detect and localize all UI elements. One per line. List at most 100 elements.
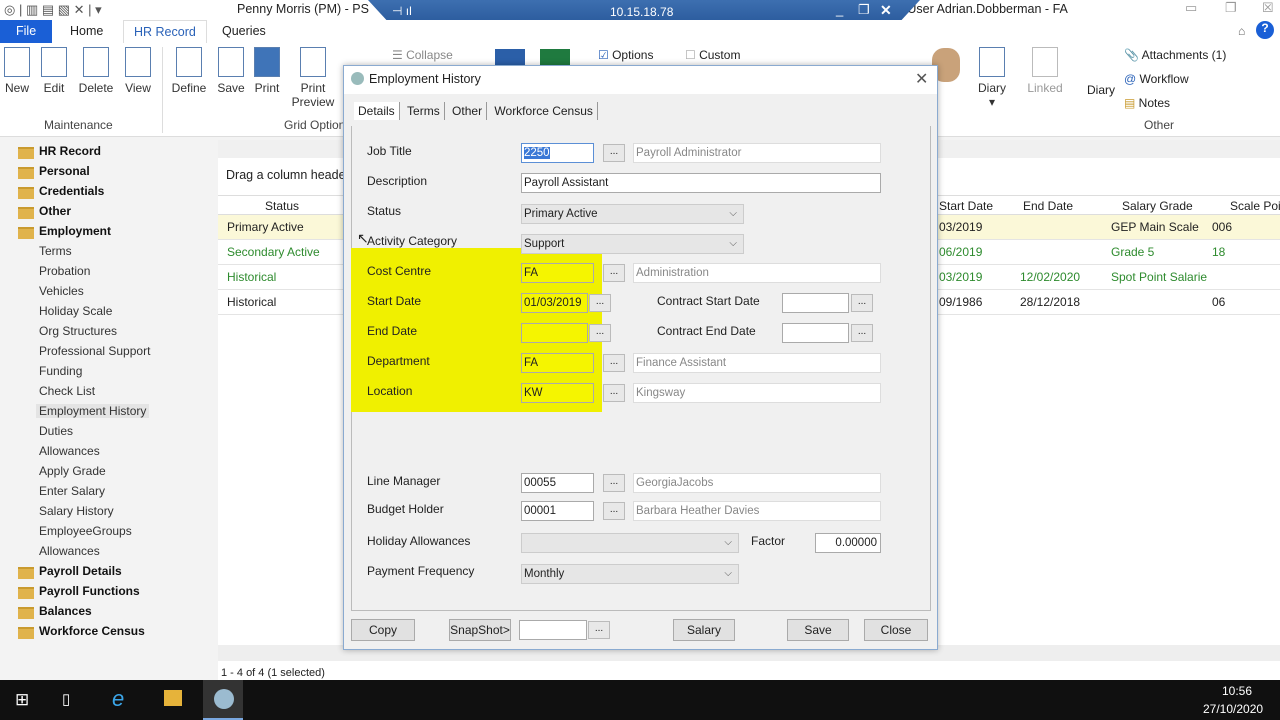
factor-input[interactable]: 0.00000 bbox=[815, 533, 881, 553]
new-button[interactable]: New bbox=[0, 45, 37, 95]
department-input[interactable]: FA bbox=[521, 353, 594, 373]
copy-button[interactable]: Copy bbox=[351, 619, 415, 641]
start-date-input[interactable]: 01/03/2019 bbox=[521, 293, 588, 313]
internet-explorer-icon[interactable]: e bbox=[112, 686, 124, 712]
tab-file[interactable]: File bbox=[0, 20, 53, 43]
view-button[interactable]: View bbox=[118, 45, 158, 95]
col-header-start-date[interactable]: Start Date bbox=[939, 199, 993, 213]
file-explorer-icon[interactable] bbox=[164, 690, 182, 706]
department-lookup-button[interactable]: ... bbox=[603, 354, 625, 372]
sidebar-item[interactable]: Terms bbox=[39, 244, 72, 258]
tab-queries[interactable]: Queries bbox=[212, 20, 276, 43]
save-button[interactable]: Save bbox=[787, 619, 849, 641]
sidebar-item[interactable]: Employment bbox=[39, 224, 111, 238]
print-button[interactable]: Print bbox=[247, 45, 287, 95]
sidebar-item[interactable]: Salary History bbox=[39, 504, 114, 518]
sidebar-item[interactable]: Probation bbox=[39, 264, 90, 278]
cost-centre-lookup-button[interactable]: ... bbox=[603, 264, 625, 282]
sidebar-item[interactable]: Personal bbox=[39, 164, 90, 178]
location-input[interactable]: KW bbox=[521, 383, 594, 403]
print-preview-button[interactable]: Print Preview bbox=[288, 45, 338, 109]
line-manager-lookup-button[interactable]: ... bbox=[603, 474, 625, 492]
remote-restore-button[interactable]: ❐ bbox=[858, 2, 870, 18]
sidebar-item[interactable]: Credentials bbox=[39, 184, 104, 198]
windows-start-icon[interactable]: ⊞ bbox=[15, 690, 29, 710]
sidebar-item[interactable]: Apply Grade bbox=[39, 464, 106, 478]
tab-home[interactable]: Home bbox=[60, 20, 113, 43]
tab-other[interactable]: Other bbox=[448, 102, 488, 120]
col-header-end-date[interactable]: End Date bbox=[1023, 199, 1073, 213]
sidebar-item[interactable]: Allowances bbox=[39, 444, 100, 458]
tab-workforce-census[interactable]: Workforce Census bbox=[490, 102, 598, 120]
snapshot-lookup-button[interactable]: ... bbox=[588, 621, 610, 639]
sidebar-item[interactable]: Holiday Scale bbox=[39, 304, 112, 318]
end-date-input[interactable] bbox=[521, 323, 588, 343]
tab-terms[interactable]: Terms bbox=[403, 102, 445, 120]
define-button[interactable]: Define bbox=[169, 45, 209, 95]
sidebar-item[interactable]: HR Record bbox=[39, 144, 101, 158]
dialog-close-icon[interactable]: ✕ bbox=[915, 69, 928, 89]
diary-dropdown-button[interactable]: Diary ▾ bbox=[972, 45, 1012, 109]
job-title-lookup-button[interactable]: ... bbox=[603, 144, 625, 162]
sidebar-item[interactable]: Funding bbox=[39, 364, 82, 378]
budget-holder-lookup-button[interactable]: ... bbox=[603, 502, 625, 520]
sidebar-item[interactable]: Other bbox=[39, 204, 71, 218]
delete-button[interactable]: Delete bbox=[76, 45, 116, 95]
help-icon[interactable]: ? bbox=[1256, 21, 1274, 39]
tab-hr-record[interactable]: HR Record bbox=[123, 20, 207, 43]
save-grid-button[interactable]: Save bbox=[211, 45, 251, 95]
collapse-ribbon-icon[interactable]: ⌂ bbox=[1238, 24, 1245, 38]
sidebar-item[interactable]: Balances bbox=[39, 604, 92, 618]
tab-details[interactable]: Details bbox=[354, 102, 400, 120]
location-lookup-button[interactable]: ... bbox=[603, 384, 625, 402]
holiday-allowances-select[interactable]: ⌵ bbox=[521, 533, 739, 553]
minimize-button[interactable]: ▭ bbox=[1185, 0, 1197, 16]
pin-icon[interactable]: ⊣ ıl bbox=[392, 4, 412, 18]
sidebar-item[interactable]: Payroll Details bbox=[39, 564, 122, 578]
sidebar-item[interactable]: Org Structures bbox=[39, 324, 117, 338]
close-button[interactable]: Close bbox=[864, 619, 928, 641]
col-header-status[interactable]: Status bbox=[265, 199, 299, 213]
workflow-button[interactable]: @ Workflow bbox=[1124, 72, 1189, 86]
task-view-icon[interactable]: ▯ bbox=[62, 690, 70, 708]
remote-minimize-button[interactable]: _ bbox=[836, 2, 843, 17]
diary-button[interactable]: Diary bbox=[1087, 83, 1115, 97]
sidebar-item[interactable]: Check List bbox=[39, 384, 95, 398]
budget-holder-input[interactable]: 00001 bbox=[521, 501, 594, 521]
contract-end-date-picker-button[interactable]: ... bbox=[851, 324, 873, 342]
end-date-picker-button[interactable]: ... bbox=[589, 324, 611, 342]
start-date-picker-button[interactable]: ... bbox=[589, 294, 611, 312]
sidebar-item[interactable]: Workforce Census bbox=[39, 624, 145, 638]
cost-centre-input[interactable]: FA bbox=[521, 263, 594, 283]
line-manager-input[interactable]: 00055 bbox=[521, 473, 594, 493]
sidebar-item[interactable]: Vehicles bbox=[39, 284, 84, 298]
salary-button[interactable]: Salary bbox=[673, 619, 735, 641]
status-select[interactable]: Primary Active ⌵ bbox=[521, 204, 744, 224]
collapse-button[interactable]: ☰ Collapse bbox=[392, 48, 453, 62]
linked-button[interactable]: Linked bbox=[1025, 45, 1065, 95]
restore-button[interactable]: ❐ bbox=[1225, 0, 1237, 16]
contract-start-date-input[interactable] bbox=[782, 293, 849, 313]
contract-end-date-input[interactable] bbox=[782, 323, 849, 343]
attachments-button[interactable]: 📎 Attachments (1) bbox=[1124, 48, 1226, 62]
sidebar-item[interactable]: Professional Support bbox=[39, 344, 150, 358]
sidebar-item[interactable]: Allowances bbox=[39, 544, 100, 558]
quick-access-icons[interactable]: ◎ | ▥ ▤ ▧ ✕ | ▾ bbox=[4, 2, 102, 18]
job-title-code-input[interactable]: 2250 bbox=[521, 143, 594, 163]
sidebar-item[interactable]: Payroll Functions bbox=[39, 584, 140, 598]
col-header-salary-grade[interactable]: Salary Grade bbox=[1122, 199, 1193, 213]
options-checkbox[interactable]: ☑ Options bbox=[598, 48, 653, 62]
remote-close-button[interactable]: ✕ bbox=[880, 2, 892, 19]
sidebar-item[interactable]: Enter Salary bbox=[39, 484, 105, 498]
activity-category-select[interactable]: Support ⌵ bbox=[521, 234, 744, 254]
notes-button[interactable]: ▤ Notes bbox=[1124, 96, 1170, 110]
contract-start-date-picker-button[interactable]: ... bbox=[851, 294, 873, 312]
sidebar-item[interactable]: Employment History bbox=[36, 404, 150, 418]
close-window-button[interactable]: ☒ bbox=[1262, 0, 1274, 16]
col-header-scale-point[interactable]: Scale Poin bbox=[1230, 199, 1280, 213]
snapshot-button[interactable]: SnapShot> bbox=[449, 619, 511, 641]
sidebar-item[interactable]: Duties bbox=[39, 424, 73, 438]
edit-button[interactable]: Edit bbox=[34, 45, 74, 95]
sidebar-item[interactable]: EmployeeGroups bbox=[39, 524, 132, 538]
description-input[interactable]: Payroll Assistant bbox=[521, 173, 881, 193]
